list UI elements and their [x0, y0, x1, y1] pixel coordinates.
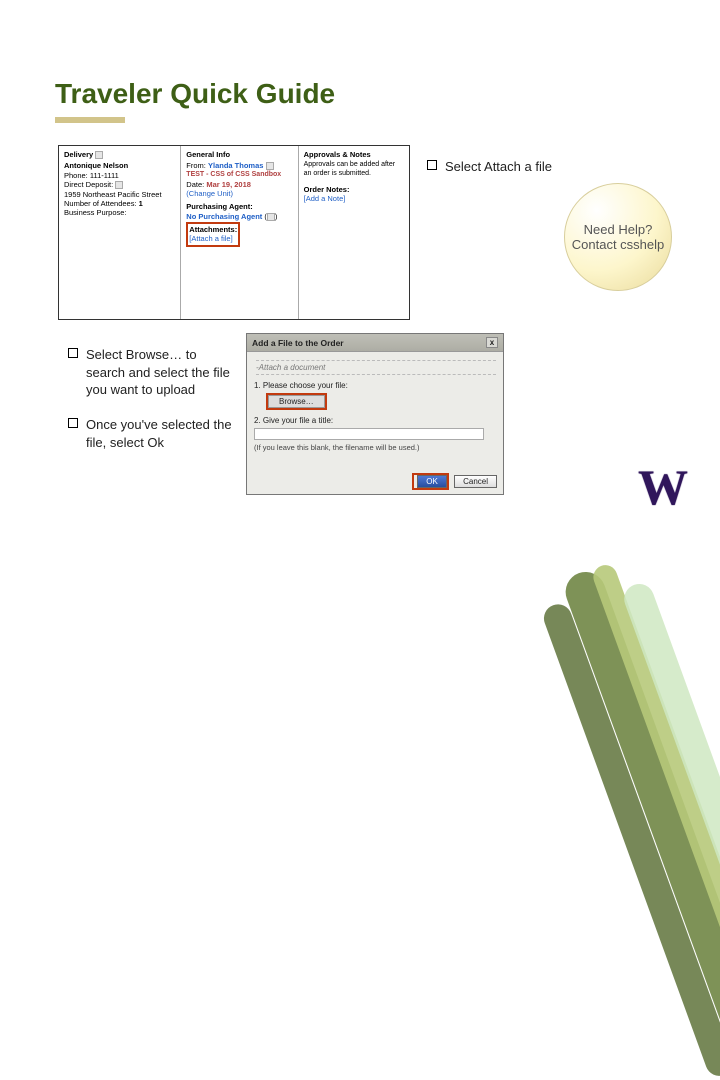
attachments-highlight: Attachments: [Attach a file]	[186, 222, 240, 247]
dialog-subtitle: -Attach a document	[256, 360, 496, 375]
file-title-input[interactable]	[254, 428, 484, 440]
uw-logo: W	[638, 458, 684, 516]
order-info-panel: Delivery Antonique Nelson Phone: 111-111…	[58, 145, 410, 320]
checkbox-icon	[427, 160, 437, 170]
ok-highlight: OK	[412, 473, 449, 490]
change-unit-link[interactable]: (Change Unit)	[186, 189, 292, 198]
dialog-title: Add a File to the Order	[252, 338, 344, 348]
checkbox-icon	[68, 348, 78, 358]
close-button[interactable]: x	[486, 337, 498, 348]
page-title: Traveler Quick Guide	[55, 78, 335, 110]
add-file-dialog: Add a File to the Order x -Attach a docu…	[246, 333, 504, 495]
browse-button[interactable]: Browse…	[268, 395, 325, 408]
browse-highlight: Browse…	[266, 393, 327, 410]
checkbox-icon	[68, 418, 78, 428]
ok-button[interactable]: OK	[417, 475, 447, 488]
instruction-1: Select Attach a file	[427, 158, 627, 176]
add-note-link[interactable]: [Add a Note]	[304, 194, 404, 203]
title-underline	[55, 117, 125, 123]
cancel-button[interactable]: Cancel	[454, 475, 497, 488]
step-2-label: 2. Give your file a title:	[254, 416, 496, 425]
help-circle: Need Help? Contact csshelp	[564, 183, 672, 291]
instruction-2: Select Browse… to search and select the …	[68, 346, 236, 399]
edit-icon	[95, 151, 103, 159]
attach-file-link[interactable]: [Attach a file]	[189, 234, 237, 243]
edit-icon	[267, 213, 275, 221]
step-1-label: 1. Please choose your file:	[254, 381, 496, 390]
card-icon	[266, 162, 274, 170]
instruction-3: Once you've selected the file, select Ok	[68, 416, 236, 451]
checkbox-icon	[115, 181, 123, 189]
filename-hint: (If you leave this blank, the filename w…	[254, 443, 496, 452]
